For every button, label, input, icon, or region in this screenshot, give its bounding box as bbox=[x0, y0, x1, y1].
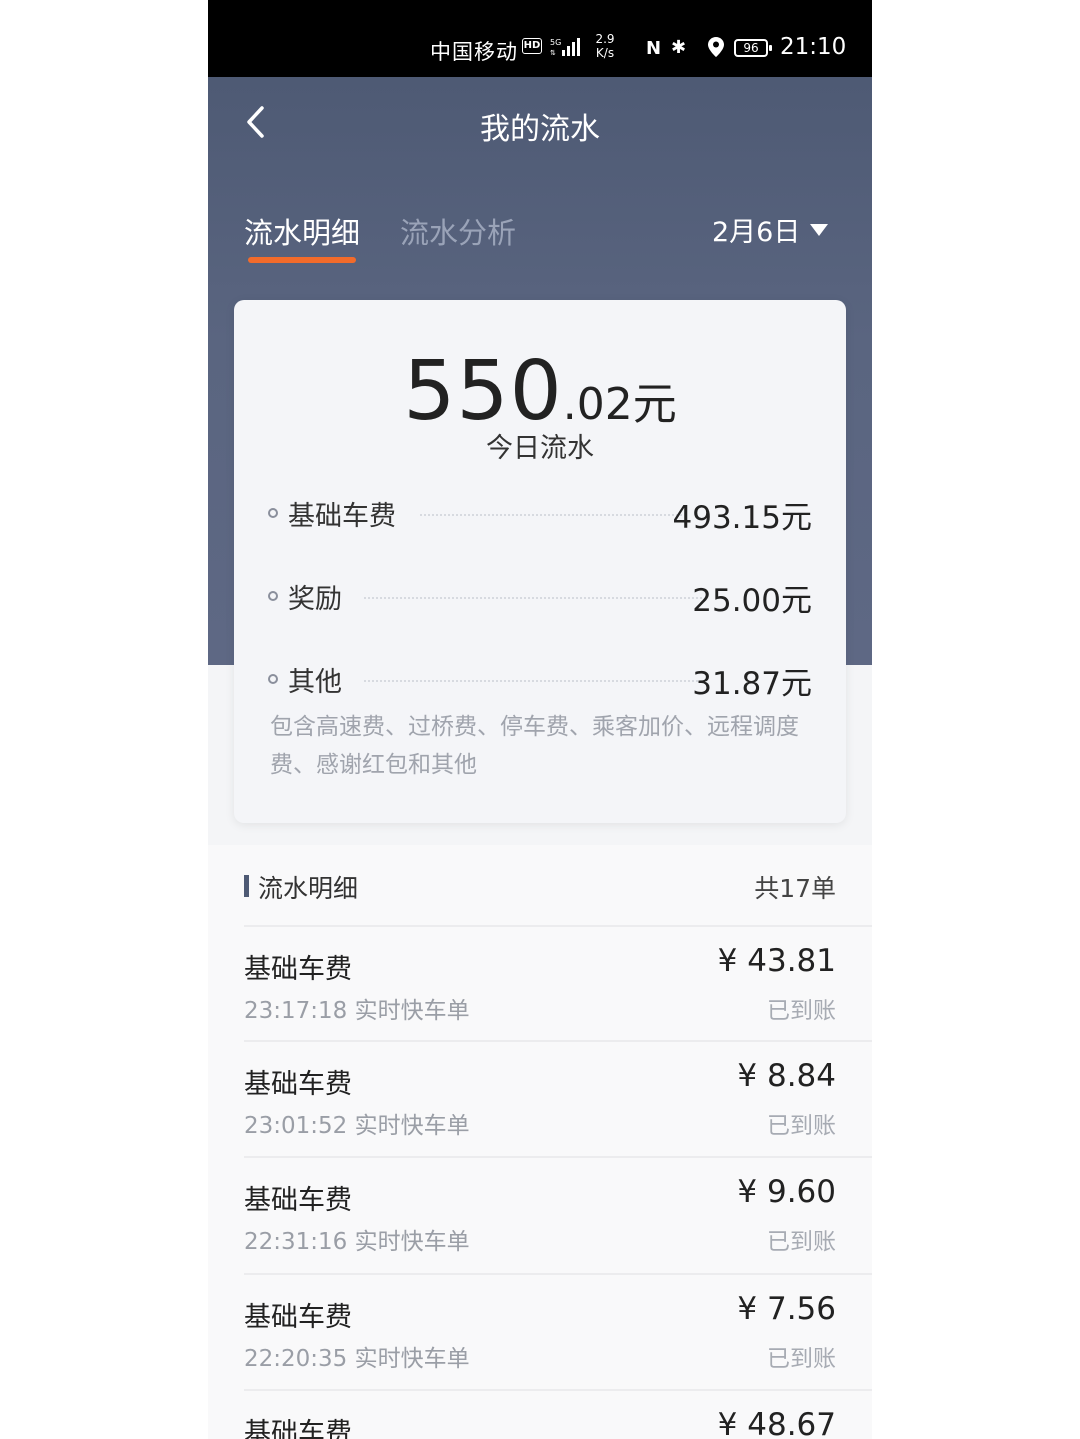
item-amount: ¥ 9.60 bbox=[737, 1174, 836, 1210]
carrier-name: 中国移动 bbox=[430, 40, 518, 64]
dotted-leader bbox=[420, 514, 682, 516]
item-name: 基础车费 bbox=[244, 1185, 352, 1216]
network-speed-value: 2.9 bbox=[595, 32, 615, 46]
item-amount: ¥ 48.67 bbox=[717, 1407, 836, 1439]
daily-total-label: 今日流水 bbox=[486, 433, 594, 464]
location-icon bbox=[708, 37, 724, 57]
item-time-type: 22:31:16 实时快车单 bbox=[244, 1229, 470, 1255]
order-count: 共17单 bbox=[754, 874, 836, 903]
network-speed: 2.9 K/s bbox=[592, 32, 618, 60]
page-title: 我的流水 bbox=[480, 112, 600, 147]
item-status: 已到账 bbox=[767, 1113, 836, 1139]
item-name: 基础车费 bbox=[244, 1302, 352, 1333]
item-name: 基础车费 bbox=[244, 1069, 352, 1100]
svg-text:⇅: ⇅ bbox=[550, 49, 556, 57]
phone-screen: 中国移动 HD 5G ⇅ 2.9 K/s N ✱ 96 21:10 我的流水 流… bbox=[208, 0, 872, 1439]
svg-text:5G: 5G bbox=[550, 38, 561, 47]
status-bar: 中国移动 HD 5G ⇅ 2.9 K/s N ✱ 96 21:10 bbox=[208, 0, 872, 77]
summary-row-base-fare: 基础车费 493.15元 bbox=[268, 494, 812, 536]
summary-row-reward: 奖励 25.00元 bbox=[268, 577, 812, 619]
tab-flow-detail[interactable]: 流水明细 bbox=[244, 210, 360, 252]
bullet-icon bbox=[268, 674, 278, 684]
item-status: 已到账 bbox=[767, 998, 836, 1024]
caret-down-icon bbox=[810, 223, 829, 236]
list-item[interactable]: 基础车费 22:31:16 实时快车单 ¥ 9.60 已到账 bbox=[208, 1158, 872, 1273]
summary-row-label: 基础车费 bbox=[288, 501, 396, 532]
daily-total-decimal: .02元 bbox=[562, 379, 677, 430]
dotted-leader bbox=[364, 597, 702, 599]
summary-row-value: 31.87元 bbox=[692, 666, 812, 702]
summary-row-other: 其他 31.87元 bbox=[268, 660, 812, 702]
item-amount: ¥ 43.81 bbox=[717, 943, 836, 979]
item-name: 基础车费 bbox=[244, 954, 352, 985]
list-title: 流水明细 bbox=[258, 874, 359, 903]
summary-row-label: 奖励 bbox=[288, 584, 342, 615]
daily-total: 550.02元 bbox=[234, 344, 846, 439]
item-amount: ¥ 8.84 bbox=[737, 1058, 836, 1094]
date-selector-label: 2月6日 bbox=[712, 217, 801, 248]
active-tab-indicator bbox=[248, 257, 356, 263]
flow-detail-list: 流水明细 共17单 基础车费 23:17:18 实时快车单 ¥ 43.81 已到… bbox=[208, 845, 872, 1439]
summary-row-label: 其他 bbox=[288, 667, 342, 698]
dotted-leader bbox=[364, 680, 702, 682]
item-amount: ¥ 7.56 bbox=[737, 1291, 836, 1327]
date-selector[interactable]: 2月6日 bbox=[712, 210, 829, 249]
clock-time: 21:10 bbox=[780, 34, 847, 60]
bluetooth-icon: ✱ bbox=[671, 37, 687, 58]
item-name: 基础车费 bbox=[244, 1418, 352, 1439]
section-marker bbox=[244, 875, 249, 897]
hd-icon: HD bbox=[522, 38, 542, 54]
daily-total-integer: 550 bbox=[403, 344, 563, 439]
bullet-icon bbox=[268, 591, 278, 601]
item-time-type: 23:17:18 实时快车单 bbox=[244, 998, 470, 1024]
summary-card: 550.02元 今日流水 基础车费 493.15元 奖励 25.00元 其他 3… bbox=[234, 300, 846, 823]
tab-flow-analysis[interactable]: 流水分析 bbox=[400, 210, 516, 252]
other-fees-note: 包含高速费、过桥费、停车费、乘客加价、远程调度费、感谢红包和其他 bbox=[270, 714, 799, 778]
nfc-icon: N bbox=[646, 38, 662, 59]
item-time-type: 23:01:52 实时快车单 bbox=[244, 1113, 470, 1139]
summary-row-value: 25.00元 bbox=[692, 583, 812, 619]
list-item[interactable]: 基础车费 ¥ 48.67 bbox=[208, 1391, 872, 1439]
bullet-icon bbox=[268, 508, 278, 518]
summary-row-value: 493.15元 bbox=[672, 500, 812, 536]
item-time-type: 22:20:35 实时快车单 bbox=[244, 1346, 470, 1372]
item-status: 已到账 bbox=[767, 1229, 836, 1255]
list-item[interactable]: 基础车费 22:20:35 实时快车单 ¥ 7.56 已到账 bbox=[208, 1275, 872, 1390]
battery-icon: 96 bbox=[734, 39, 772, 57]
signal-icon: 5G ⇅ bbox=[550, 38, 580, 57]
list-header: 流水明细 共17单 bbox=[208, 845, 872, 925]
network-speed-unit: K/s bbox=[595, 46, 615, 60]
list-item[interactable]: 基础车费 23:01:52 实时快车单 ¥ 8.84 已到账 bbox=[208, 1042, 872, 1157]
list-item[interactable]: 基础车费 23:17:18 实时快车单 ¥ 43.81 已到账 bbox=[208, 927, 872, 1042]
item-status: 已到账 bbox=[767, 1346, 836, 1372]
